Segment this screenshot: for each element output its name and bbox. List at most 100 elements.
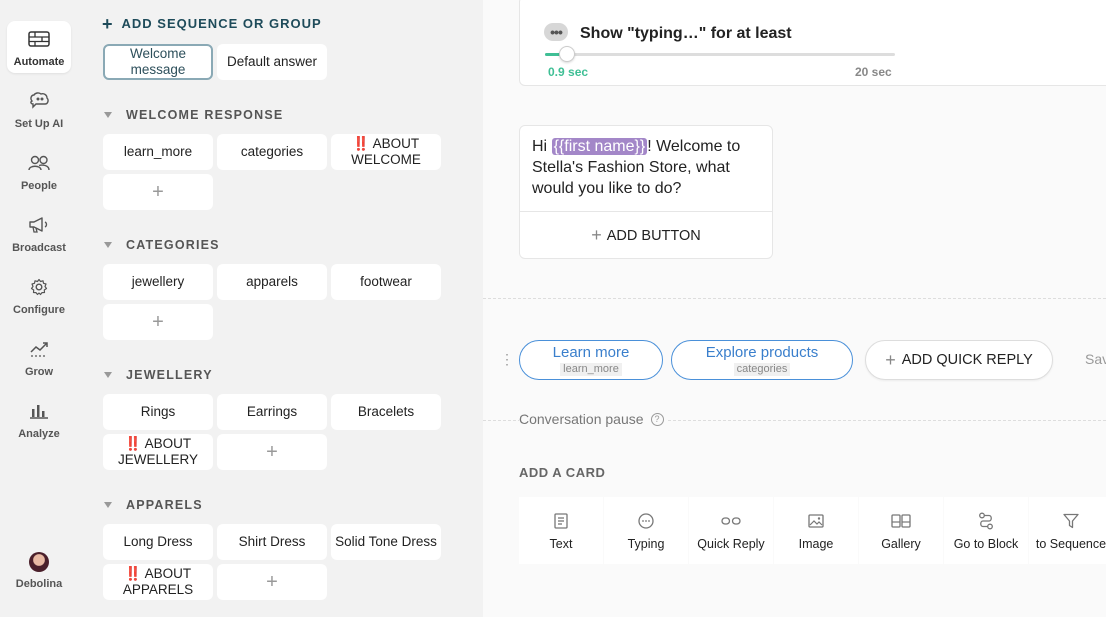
left-nav: Automate Set Up AI People Broadcast Conf… [0, 0, 78, 617]
block-solid-tone-dress[interactable]: Solid Tone Dress [331, 524, 441, 560]
quick-reply-learn-more[interactable]: Learn more learn_more [519, 340, 663, 380]
avatar [29, 552, 49, 572]
block-footwear[interactable]: footwear [331, 264, 441, 300]
add-block-button[interactable]: + [217, 564, 327, 600]
block-about-welcome[interactable]: ‼️ ABOUT WELCOME [331, 134, 441, 170]
typing-title: Show "typing…" for at least [580, 25, 792, 42]
block-editor: ••• Show "typing…" for at least 0.9 sec … [483, 0, 1106, 617]
block-bracelets[interactable]: Bracelets [331, 394, 441, 430]
group-title: APPARELS [126, 498, 203, 512]
drag-handle-icon[interactable]: ⋮ [500, 348, 514, 370]
add-gallery-card-button[interactable]: Gallery [859, 497, 943, 564]
block-tree-panel: + ADD SEQUENCE OR GROUP Welcome message … [78, 0, 483, 617]
block-apparels[interactable]: apparels [217, 264, 327, 300]
nav-people[interactable]: People [7, 145, 71, 197]
group-header-welcome-response[interactable]: WELCOME RESPONSE [104, 108, 283, 122]
plus-icon: + [102, 13, 114, 34]
typing-dots-icon: ••• [544, 23, 568, 41]
add-button-button[interactable]: + ADD BUTTON [520, 211, 772, 259]
quick-reply-explore-products[interactable]: Explore products categories [671, 340, 853, 380]
group-header-jewellery[interactable]: JEWELLERY [104, 368, 213, 382]
tool-label: Text [549, 537, 573, 551]
add-go-to-block-card-button[interactable]: Go to Block [944, 497, 1028, 564]
group-title: WELCOME RESPONSE [126, 108, 284, 122]
add-image-card-button[interactable]: Image [774, 497, 858, 564]
tool-label: Quick Reply [697, 537, 765, 551]
ai-brain-icon [28, 91, 50, 111]
typing-icon [638, 510, 654, 532]
add-sequence-label: ADD SEQUENCE OR GROUP [121, 16, 322, 31]
add-to-sequence-card-button[interactable]: to Sequence [1029, 497, 1106, 564]
block-categories[interactable]: categories [217, 134, 327, 170]
block-about-apparels[interactable]: ‼️ ABOUT APPARELS [103, 564, 213, 600]
divider [483, 298, 1106, 299]
gear-icon [28, 277, 50, 297]
automate-icon [28, 29, 50, 49]
quick-reply-title: Learn more [552, 344, 630, 361]
add-block-button[interactable]: + [103, 174, 213, 210]
group-title: CATEGORIES [126, 238, 220, 252]
add-typing-card-button[interactable]: Typing [604, 497, 688, 564]
block-long-dress[interactable]: Long Dress [103, 524, 213, 560]
collapse-triangle-icon [104, 242, 112, 248]
nav-configure[interactable]: Configure [7, 269, 71, 321]
add-quick-reply-button[interactable]: + ADD QUICK REPLY [865, 340, 1053, 380]
nav-set-up-ai[interactable]: Set Up AI [7, 83, 71, 135]
block-rings[interactable]: Rings [103, 394, 213, 430]
group-header-apparels[interactable]: APPARELS [104, 498, 203, 512]
image-icon [808, 510, 824, 532]
conversation-pause[interactable]: Conversation pause ? [519, 411, 668, 427]
nav-analyze[interactable]: Analyze [7, 393, 71, 445]
nav-label: Broadcast [12, 242, 66, 254]
add-button-label: ADD BUTTON [606, 227, 701, 244]
typing-duration-slider[interactable] [545, 46, 895, 62]
typing-card: ••• Show "typing…" for at least 0.9 sec … [519, 0, 1106, 86]
add-a-card-title: ADD A CARD [519, 465, 606, 480]
text-prefix: Hi [532, 138, 552, 155]
collapse-triangle-icon [104, 502, 112, 508]
block-default-answer[interactable]: Default answer [217, 44, 327, 80]
collapse-triangle-icon [104, 112, 112, 118]
tool-label: Gallery [881, 537, 921, 551]
gallery-icon [891, 510, 911, 532]
conversation-pause-label: Conversation pause [519, 411, 644, 427]
slider-max-label: 20 sec [855, 65, 892, 79]
collapse-triangle-icon [104, 372, 112, 378]
quick-reply-title: Explore products [705, 344, 819, 361]
block-welcome-message[interactable]: Welcome message [103, 44, 213, 80]
user-name: Debolina [15, 578, 63, 590]
text-card-message[interactable]: Hi {{first name}}! Welcome to Stella's F… [520, 126, 772, 211]
add-block-button[interactable]: + [103, 304, 213, 340]
quick-reply-icon [721, 510, 741, 532]
bar-chart-icon [28, 401, 50, 421]
user-profile[interactable]: Debolina [7, 544, 71, 596]
block-learn-more[interactable]: learn_more [103, 134, 213, 170]
add-block-button[interactable]: + [217, 434, 327, 470]
nav-grow[interactable]: Grow [7, 331, 71, 383]
quick-reply-block: learn_more [560, 363, 622, 376]
slider-handle[interactable] [559, 46, 575, 62]
block-shirt-dress[interactable]: Shirt Dress [217, 524, 327, 560]
group-header-categories[interactable]: CATEGORIES [104, 238, 220, 252]
add-sequence-or-group-button[interactable]: + ADD SEQUENCE OR GROUP [102, 13, 322, 34]
block-jewellery[interactable]: jewellery [103, 264, 213, 300]
plus-icon: + [885, 349, 896, 370]
first-name-variable[interactable]: {{first name}} [551, 138, 648, 155]
tool-label: Go to Block [953, 537, 1019, 551]
nav-automate[interactable]: Automate [7, 21, 71, 73]
people-icon [28, 153, 50, 173]
plus-icon: + [591, 225, 602, 245]
nav-label: Set Up AI [14, 118, 64, 130]
help-icon[interactable]: ? [650, 412, 664, 426]
nav-broadcast[interactable]: Broadcast [7, 207, 71, 259]
block-about-jewellery[interactable]: ‼️ ABOUT JEWELLERY [103, 434, 213, 470]
save-label-truncated[interactable]: Sav [1085, 351, 1106, 367]
add-quick-reply-card-button[interactable]: Quick Reply [689, 497, 773, 564]
quick-reply-block: categories [733, 363, 791, 376]
nav-label: Analyze [18, 428, 60, 440]
text-card[interactable]: Hi {{first name}}! Welcome to Stella's F… [519, 125, 773, 259]
block-earrings[interactable]: Earrings [217, 394, 327, 430]
add-text-card-button[interactable]: Text [519, 497, 603, 564]
card-type-toolbar: Text Typing Quick Reply Image Gallery Go… [519, 497, 1106, 564]
nav-label: People [20, 180, 58, 192]
